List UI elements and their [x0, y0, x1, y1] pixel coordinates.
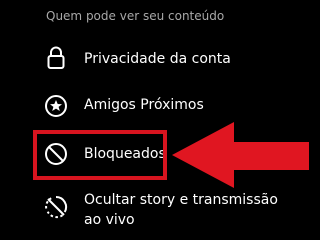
- settings-item-label: Privacidade da conta: [84, 51, 231, 67]
- hide-story-icon: [43, 194, 69, 220]
- section-title: Quem pode ver seu conteúdo: [46, 9, 225, 23]
- lock-icon: [43, 45, 69, 71]
- annotation-arrow: [172, 118, 309, 192]
- settings-item-hide-story[interactable]: Ocultar story e transmissão ao vivo: [0, 184, 309, 240]
- settings-item-label: Bloqueados: [84, 146, 166, 162]
- settings-item-account-privacy[interactable]: Privacidade da conta: [0, 40, 309, 80]
- settings-item-label: Ocultar story e transmissão ao vivo: [84, 192, 278, 228]
- blocked-icon: [43, 141, 69, 167]
- settings-item-label: Amigos Próximos: [84, 97, 204, 113]
- star-circle-icon: [43, 93, 69, 119]
